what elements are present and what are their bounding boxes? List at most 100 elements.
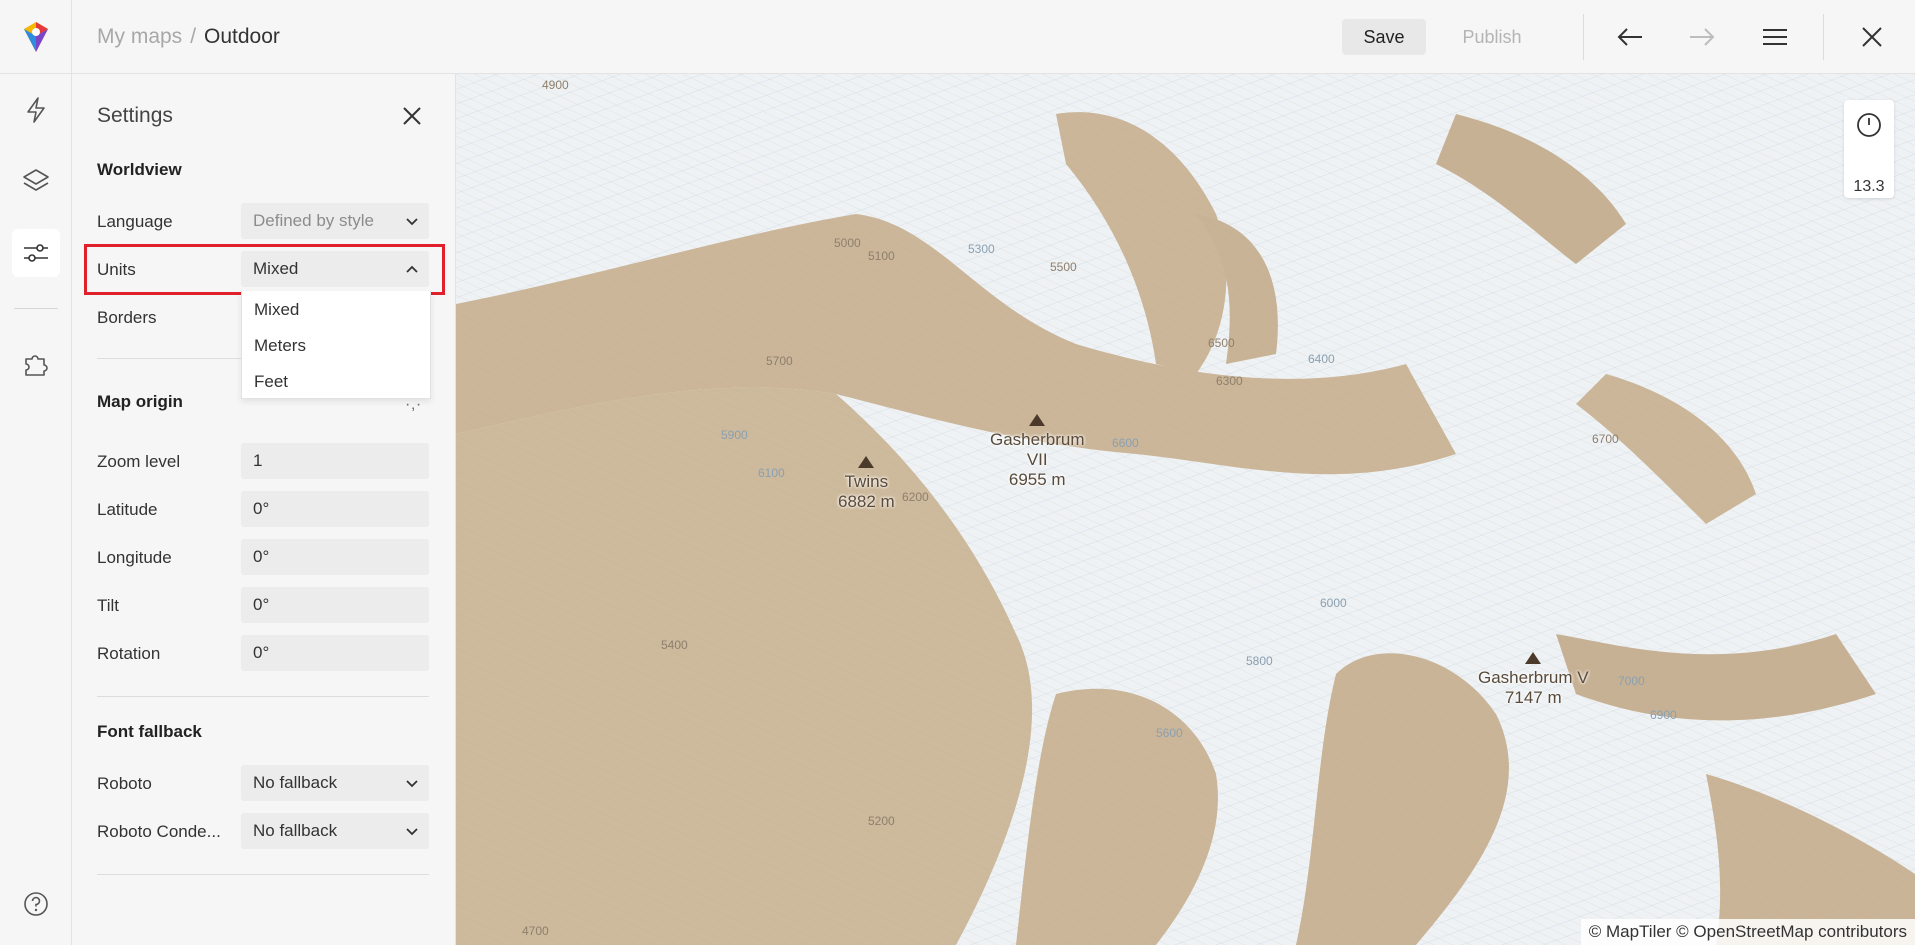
- peak-elevation: 7147 m: [1504, 688, 1562, 707]
- contour-label: 5500: [1050, 260, 1077, 274]
- language-select[interactable]: Defined by style: [241, 203, 429, 239]
- contour-label: 5800: [1246, 654, 1273, 668]
- language-value: Defined by style: [253, 211, 374, 230]
- zoom-level-input[interactable]: 1: [241, 443, 429, 479]
- rotation-label: Rotation: [97, 644, 161, 663]
- save-button[interactable]: Save: [1342, 19, 1426, 55]
- contour-label: 5400: [661, 638, 688, 652]
- contour-label: 5100: [868, 249, 895, 263]
- roboto-label: Roboto: [97, 774, 152, 793]
- chevron-down-icon: [406, 780, 418, 788]
- units-dropdown: Mixed Meters Feet: [241, 291, 431, 399]
- peak-marker-twins[interactable]: Twins 6882 m: [838, 456, 895, 512]
- peak-triangle-icon: [858, 456, 875, 468]
- contour-label: 5700: [766, 354, 793, 368]
- units-option-mixed[interactable]: Mixed: [254, 300, 299, 320]
- timer-icon: [1857, 113, 1881, 137]
- zoom-level-readout: 13.3: [1853, 178, 1885, 195]
- language-label: Language: [97, 212, 173, 231]
- peak-marker-gasherbrum-vii[interactable]: Gasherbrum VII 6955 m: [990, 414, 1084, 490]
- tilt-label: Tilt: [97, 596, 120, 615]
- toolbar-divider: [1583, 14, 1584, 60]
- contour-label: 6300: [1216, 374, 1243, 388]
- latitude-input[interactable]: 0°: [241, 491, 429, 527]
- rail-help[interactable]: [12, 880, 60, 928]
- left-rail: [0, 74, 72, 945]
- toolbar-divider: [1823, 14, 1824, 60]
- breadcrumb-my-maps[interactable]: My maps: [97, 25, 182, 49]
- tilt-input[interactable]: 0°: [241, 587, 429, 623]
- peak-elevation: 6882 m: [838, 492, 895, 511]
- rail-divider: [14, 308, 58, 309]
- layers-icon: [23, 169, 49, 191]
- contour-label: 6200: [902, 490, 929, 504]
- peak-elevation: 6955 m: [1008, 470, 1066, 489]
- peak-name-line-2: VII: [1026, 450, 1048, 469]
- contour-label: 5900: [721, 428, 748, 442]
- breadcrumb-current-map: Outdoor: [204, 25, 280, 48]
- redo-button[interactable]: [1681, 16, 1723, 58]
- contour-label: 6900: [1650, 708, 1677, 722]
- contour-label: 6700: [1592, 432, 1619, 446]
- longitude-input[interactable]: 0°: [241, 539, 429, 575]
- contour-label: 5200: [868, 814, 895, 828]
- arrow-left-icon: [1617, 28, 1642, 46]
- map-origin-picker-icon[interactable]: ·‚·: [405, 396, 422, 414]
- rail-quick-actions[interactable]: [12, 86, 60, 134]
- map-zoom-control[interactable]: 13.3: [1844, 100, 1894, 198]
- contour-label: 7000: [1618, 674, 1645, 688]
- settings-close-button[interactable]: [396, 100, 428, 132]
- contour-label: 5600: [1156, 726, 1183, 740]
- contour-label: 6500: [1208, 336, 1235, 350]
- units-highlight-box: [84, 244, 445, 295]
- close-icon: [1862, 27, 1882, 47]
- chevron-down-icon: [406, 828, 418, 836]
- section-divider: [97, 874, 429, 875]
- contour-label: 4700: [522, 924, 549, 938]
- settings-panel: Settings Worldview Language Defined by s…: [72, 74, 456, 945]
- map-attribution[interactable]: © MapTiler © OpenStreetMap contributors: [1580, 919, 1915, 945]
- close-editor-button[interactable]: [1851, 16, 1893, 58]
- rail-layers[interactable]: [12, 157, 60, 205]
- section-map-origin: Map origin: [97, 392, 183, 411]
- menu-button[interactable]: [1754, 16, 1796, 58]
- zoom-level-label: Zoom level: [97, 452, 181, 471]
- chevron-down-icon: [406, 218, 418, 226]
- section-divider: [97, 696, 429, 697]
- borders-label: Borders: [97, 308, 157, 327]
- roboto-condensed-label: Roboto Conde...: [97, 822, 221, 841]
- contour-label: 6400: [1308, 352, 1335, 366]
- section-worldview: Worldview: [97, 160, 182, 179]
- units-option-meters[interactable]: Meters: [254, 336, 306, 356]
- rail-extensions[interactable]: [12, 340, 60, 388]
- roboto-fallback-value: No fallback: [253, 773, 338, 792]
- peak-name: Gasherbrum: [990, 430, 1085, 449]
- top-bar: My maps / Outdoor Save Publish: [0, 0, 1915, 74]
- maptiler-logo-icon: [23, 22, 48, 52]
- terrain-background: [456, 74, 1915, 945]
- units-option-feet[interactable]: Feet: [254, 372, 288, 392]
- breadcrumb: My maps / Outdoor: [97, 0, 280, 74]
- undo-button[interactable]: [1609, 16, 1651, 58]
- peak-name: Gasherbrum V: [1478, 668, 1589, 687]
- hamburger-menu-icon: [1763, 29, 1787, 45]
- sliders-icon: [24, 244, 48, 262]
- latitude-label: Latitude: [97, 500, 158, 519]
- arrow-right-icon: [1690, 28, 1715, 46]
- longitude-label: Longitude: [97, 548, 172, 567]
- bolt-icon: [27, 97, 45, 123]
- contour-label: 6600: [1112, 436, 1139, 450]
- roboto-condensed-fallback-select[interactable]: No fallback: [241, 813, 429, 849]
- breadcrumb-separator: /: [190, 25, 197, 48]
- map-canvas[interactable]: 4900 5000 5100 5300 5500 5700 5900 6100 …: [456, 74, 1915, 945]
- roboto-fallback-select[interactable]: No fallback: [241, 765, 429, 801]
- peak-marker-gasherbrum-v[interactable]: Gasherbrum V 7147 m: [1478, 652, 1589, 708]
- contour-label: 6000: [1320, 596, 1347, 610]
- app-logo[interactable]: [0, 0, 72, 74]
- rotation-input[interactable]: 0°: [241, 635, 429, 671]
- peak-triangle-icon: [1525, 652, 1542, 664]
- rail-settings[interactable]: [12, 229, 60, 277]
- publish-button[interactable]: Publish: [1445, 19, 1539, 55]
- peak-name: Twins: [844, 472, 889, 491]
- peak-triangle-icon: [1029, 414, 1046, 426]
